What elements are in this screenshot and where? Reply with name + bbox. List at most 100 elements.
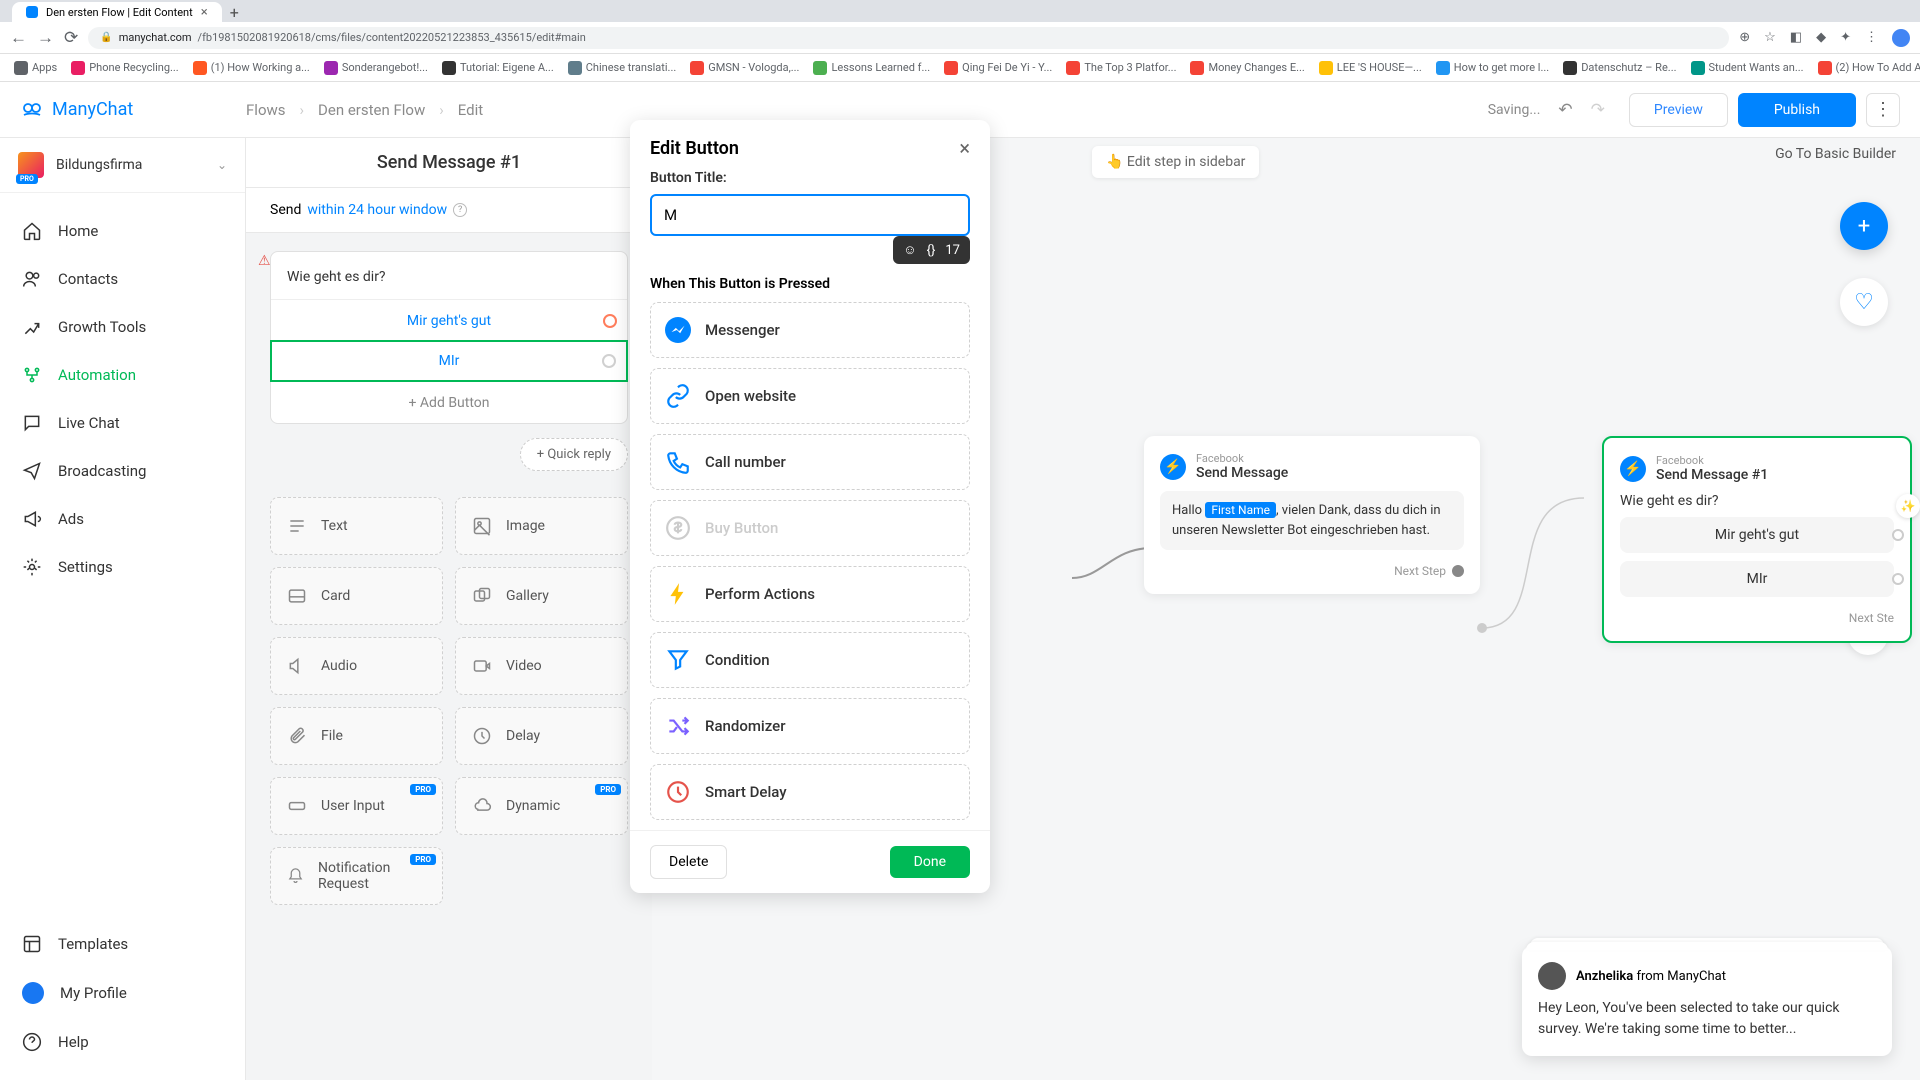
back-button[interactable]: ← [10, 28, 27, 48]
button-chip-2[interactable]: MIr [270, 340, 628, 382]
send-window-row[interactable]: Send within 24 hour window ? [246, 188, 652, 233]
block-audio[interactable]: Audio [270, 637, 443, 695]
translate-icon[interactable]: ⊕ [1739, 30, 1750, 45]
block-file[interactable]: File [270, 707, 443, 765]
bookmark-item[interactable]: Datenschutz – Re... [1559, 59, 1680, 77]
preview-button[interactable]: Preview [1629, 93, 1728, 127]
extension-icon-2[interactable]: ◆ [1816, 30, 1826, 45]
action-perform-actions[interactable]: Perform Actions [650, 566, 970, 622]
info-icon[interactable]: ? [453, 203, 467, 217]
block-user-input[interactable]: User InputPRO [270, 777, 443, 835]
publish-button[interactable]: Publish [1738, 93, 1856, 127]
connector-dot[interactable] [603, 314, 617, 328]
nav-broadcasting[interactable]: Broadcasting [0, 447, 245, 495]
node-button-2[interactable]: MIr [1620, 561, 1894, 597]
chat-notification[interactable]: Anzhelika from ManyChat Hey Leon, You've… [1522, 946, 1892, 1056]
favorite-fab-button[interactable]: ♡ [1840, 278, 1888, 326]
send-window-link[interactable]: within 24 hour window [307, 202, 447, 218]
bookmark-item[interactable]: Chinese translati... [564, 59, 681, 77]
block-dynamic[interactable]: DynamicPRO [455, 777, 628, 835]
bookmark-item[interactable]: Student Wants an... [1687, 59, 1808, 77]
menu-icon[interactable]: ⋮ [1865, 30, 1878, 45]
nav-help[interactable]: Help [0, 1018, 245, 1066]
emoji-button[interactable]: ☺ [903, 242, 916, 258]
new-tab-button[interactable]: + [222, 3, 247, 22]
next-step[interactable]: Next Step [1160, 564, 1464, 578]
sparkle-action[interactable]: ✨ [1896, 494, 1920, 518]
bookmark-item[interactable]: Lessons Learned f... [809, 59, 934, 77]
action-open-website[interactable]: Open website [650, 368, 970, 424]
nav-my-profile[interactable]: My Profile [0, 968, 245, 1018]
close-button[interactable]: × [959, 136, 970, 160]
reload-button[interactable]: ⟳ [64, 28, 78, 48]
nav-settings[interactable]: Settings [0, 543, 245, 591]
url-bar[interactable]: 🔒 manychat.com /fb198150208192061​8/cms/… [88, 27, 1729, 49]
bookmark-item[interactable]: Money Changes E... [1186, 59, 1308, 77]
breadcrumb-item[interactable]: Flows [246, 101, 286, 119]
delete-button[interactable]: Delete [650, 845, 727, 879]
action-call-number[interactable]: Call number [650, 434, 970, 490]
add-fab-button[interactable]: + [1840, 202, 1888, 250]
browser-tab[interactable]: Den ersten Flow | Edit Content × [12, 2, 222, 22]
bookmark-item[interactable]: LEE 'S HOUSE—... [1315, 59, 1426, 77]
block-video[interactable]: Video [455, 637, 628, 695]
nav-growth-tools[interactable]: Growth Tools [0, 303, 245, 351]
nav-home[interactable]: Home [0, 207, 245, 255]
block-gallery[interactable]: Gallery [455, 567, 628, 625]
connector-dot[interactable] [1892, 573, 1904, 585]
nav-templates[interactable]: Templates [0, 920, 245, 968]
bookmark-item[interactable]: Tutorial: Eigene A... [438, 59, 558, 77]
quick-reply-button[interactable]: + Quick reply [520, 438, 628, 471]
bookmark-item[interactable]: (2) How To Add A... [1814, 59, 1920, 77]
go-to-basic-builder[interactable]: Go To Basic Builder [1775, 146, 1896, 162]
action-condition[interactable]: Condition [650, 632, 970, 688]
action-smart-delay[interactable]: Smart Delay [650, 764, 970, 820]
bookmark-item[interactable]: Phone Recycling... [67, 59, 182, 77]
forward-button[interactable]: → [37, 28, 54, 48]
add-button[interactable]: + Add Button [271, 381, 627, 423]
button-chip-1[interactable]: Mir geht's gut [271, 299, 627, 341]
bookmark-item[interactable]: How to get more l... [1432, 59, 1553, 77]
nav-live-chat[interactable]: Live Chat [0, 399, 245, 447]
block-notification-request[interactable]: Notification RequestPRO [270, 847, 443, 905]
logo[interactable]: ManyChat [20, 98, 246, 122]
connector-dot[interactable] [1892, 529, 1904, 541]
action-randomizer[interactable]: Randomizer [650, 698, 970, 754]
connector-dot[interactable] [1452, 565, 1464, 577]
breadcrumb-item[interactable]: Den ersten Flow [318, 101, 425, 119]
more-menu-button[interactable]: ⋮ [1866, 93, 1900, 127]
canvas-node-send-message[interactable]: ⚡ Facebook Send Message Hallo First Name… [1144, 436, 1480, 594]
button-title-input[interactable] [650, 194, 970, 236]
bookmark-item[interactable]: Qing Fei De Yi - Y... [940, 59, 1056, 77]
extensions-puzzle-icon[interactable]: ✦ [1840, 30, 1851, 45]
node-button-1[interactable]: Mir geht's gut [1620, 517, 1894, 553]
nav-automation[interactable]: Automation [0, 351, 245, 399]
done-button[interactable]: Done [890, 846, 970, 878]
templates-icon [22, 934, 42, 954]
canvas-node-send-message-1[interactable]: ✨ ⚡ Facebook Send Message #1 Wie geht es… [1602, 436, 1912, 643]
bookmark-item[interactable]: The Top 3 Platfor... [1062, 59, 1180, 77]
account-switcher[interactable]: PRO Bildungsfirma ⌄ [0, 138, 245, 193]
braces-button[interactable]: {} [927, 243, 936, 258]
bookmark-item[interactable]: Sonderangebot!... [320, 59, 432, 77]
block-delay[interactable]: Delay [455, 707, 628, 765]
next-step[interactable]: Next Ste [1620, 611, 1894, 625]
bookmark-item[interactable]: (1) How Working a... [189, 59, 314, 77]
block-card[interactable]: Card [270, 567, 443, 625]
block-image[interactable]: Image [455, 497, 628, 555]
extension-icon[interactable]: ◧ [1790, 30, 1802, 45]
edit-in-sidebar-button[interactable]: 👆 Edit step in sidebar [1092, 146, 1259, 178]
apps-bookmark[interactable]: Apps [10, 59, 61, 77]
nav-contacts[interactable]: Contacts [0, 255, 245, 303]
block-text[interactable]: Text [270, 497, 443, 555]
close-tab-icon[interactable]: × [201, 5, 208, 20]
connector-dot[interactable] [602, 354, 616, 368]
message-body[interactable]: Wie geht es dir? [271, 252, 627, 299]
profile-avatar-icon[interactable] [1892, 29, 1910, 47]
profile-avatar-icon [22, 982, 44, 1004]
bookmark-item[interactable]: GMSN - Vologda,... [686, 59, 803, 77]
action-messenger[interactable]: Messenger [650, 302, 970, 358]
undo-button[interactable]: ↶ [1558, 100, 1572, 120]
bookmark-icon[interactable]: ☆ [1764, 30, 1776, 45]
nav-ads[interactable]: Ads [0, 495, 245, 543]
